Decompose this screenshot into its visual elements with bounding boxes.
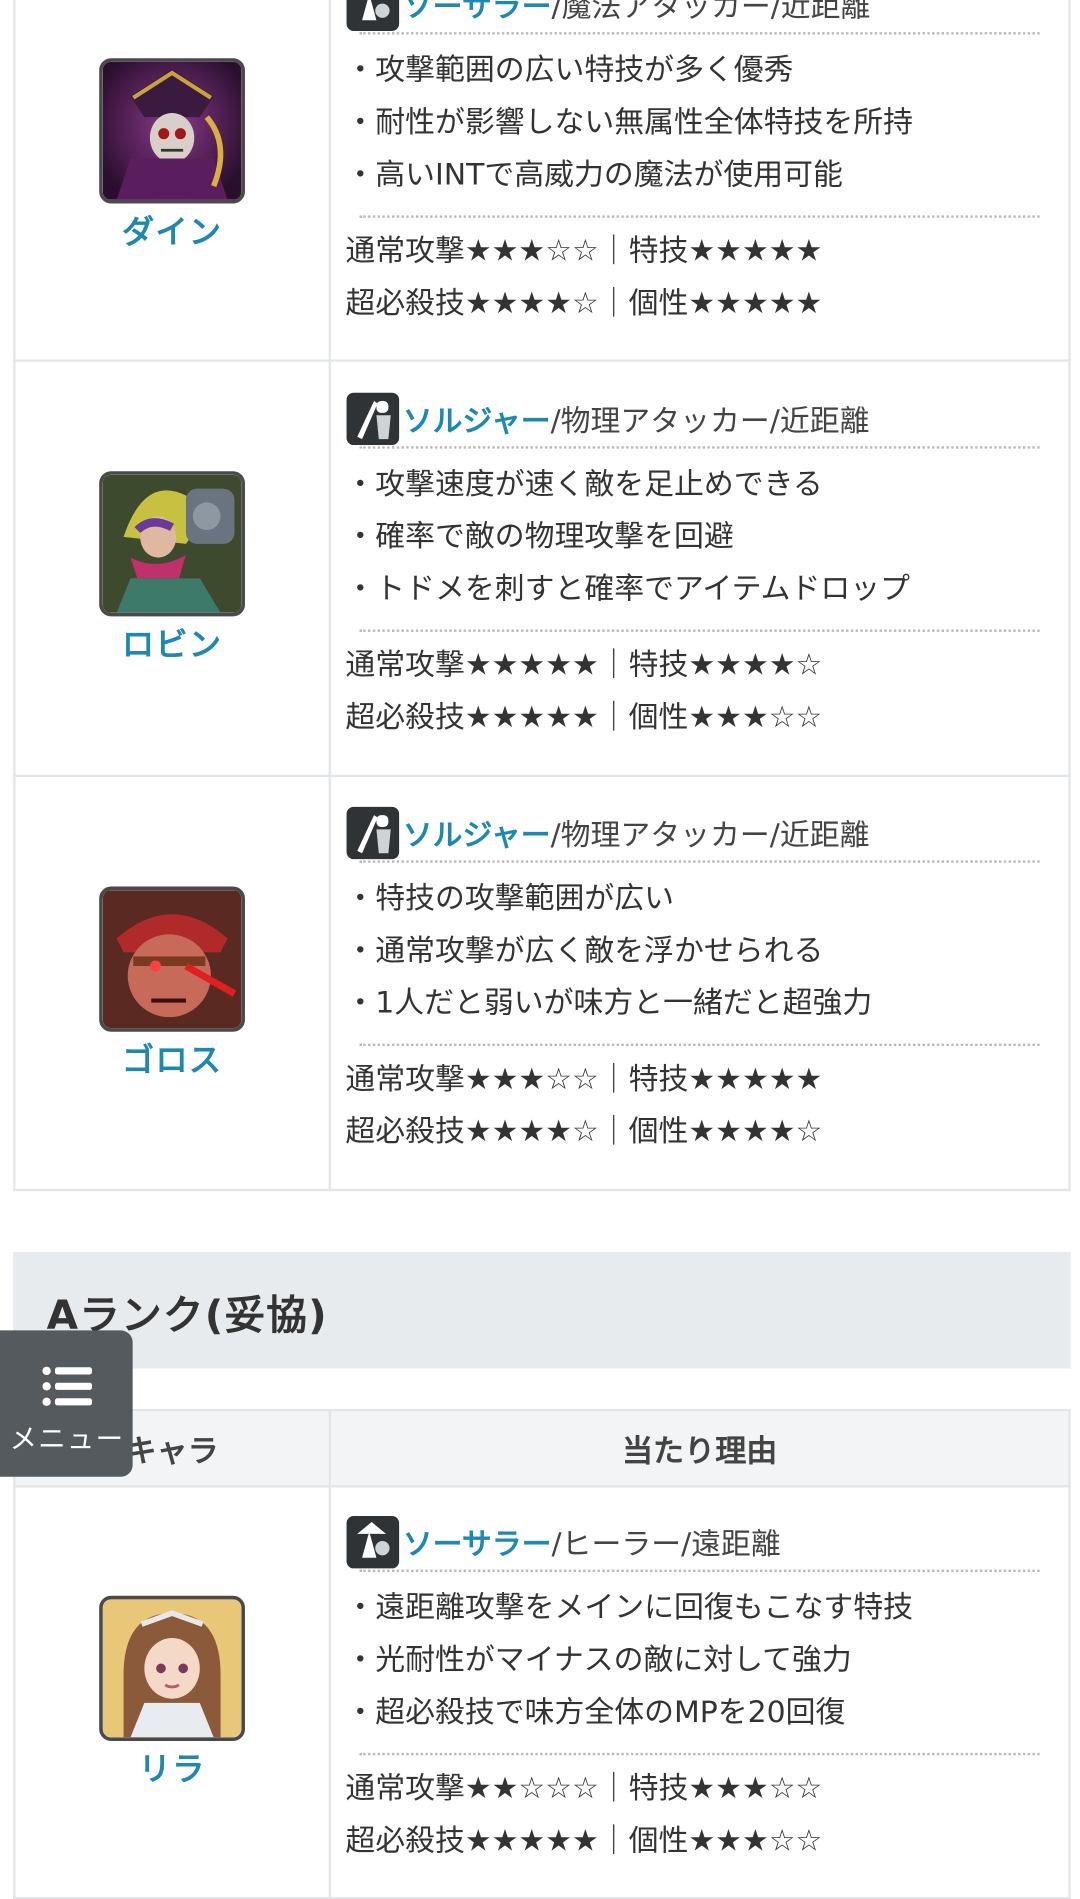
table-row: リラ ソーサラー /ヒーラー/遠距離 ・遠距離攻撃をメインに回復もこなす特技 ・… (13, 1485, 1071, 1899)
list-item: ・光耐性がマイナスの敵に対して強力 (345, 1642, 852, 1677)
sorcerer-class-icon (345, 0, 400, 32)
menu-list-icon (42, 1366, 93, 1406)
list-item: ・高いINTで高威力の魔法が使用可能 (345, 157, 843, 192)
role-detail: /魔法アタッカー/近距離 (551, 0, 871, 24)
rating-line: 超必殺技★★★★★｜個性★★★☆☆ (345, 1823, 823, 1858)
rating-line: 通常攻撃★★★☆☆｜特技★★★★★ (345, 1061, 823, 1096)
role-detail: /ヒーラー/遠距離 (551, 1526, 781, 1562)
avatar-robin[interactable] (99, 471, 245, 617)
role-link[interactable]: ソーサラー (403, 0, 552, 26)
point-list: ・遠距離攻撃をメインに回復もこなす特技 ・光耐性がマイナスの敵に対して強力 ・超… (345, 1572, 1039, 1753)
rating-block: 通常攻撃★★★☆☆｜特技★★★★★ 超必殺技★★★★☆｜個性★★★★★ (345, 218, 1039, 332)
rank-a-header: Aランク(妥協) (13, 1251, 1071, 1369)
sorcerer-class-icon (345, 1515, 400, 1570)
char-name-link[interactable]: リラ (16, 1743, 329, 1789)
menu-button[interactable]: メニュー (0, 1330, 133, 1477)
robin-portrait-icon (102, 474, 242, 613)
rating-line: 通常攻撃★★★★★｜特技★★★★☆ (345, 646, 823, 682)
role-line: ソーサラー /魔法アタッカー/近距離 (345, 0, 1039, 32)
list-item: ・特技の攻撃範囲が広い (345, 880, 674, 916)
list-item: ・攻撃範囲の広い特技が多く優秀 (345, 52, 794, 87)
char-name-link[interactable]: ダイン (16, 205, 329, 251)
list-item: ・超必殺技で味方全体のMPを20回復 (345, 1694, 846, 1730)
dain-portrait-icon (102, 61, 242, 200)
reason-cell: ソーサラー /ヒーラー/遠距離 ・遠距離攻撃をメインに回復もこなす特技 ・光耐性… (328, 1485, 1071, 1899)
reason-cell: ソーサラー /魔法アタッカー/近距離 ・攻撃範囲の広い特技が多く優秀 ・耐性が影… (328, 0, 1071, 362)
lila-portrait-icon (102, 1598, 242, 1737)
table-row: ダイン ソーサラー /魔法アタッカー/近距離 ・攻撃範囲の広い特技が多く優秀 ・… (13, 0, 1071, 362)
role-detail: /物理アタッカー/近距離 (550, 817, 870, 853)
point-list: ・攻撃範囲の広い特技が多く優秀 ・耐性が影響しない無属性全体特技を所持 ・高いI… (345, 35, 1039, 216)
a-rank-table: キャラ 当たり理由 リラ ソーサラー /ヒーラー/遠距離 ・遠距離攻撃をメインに… (13, 1408, 1071, 1899)
list-item: ・トドメを刺すと確率でアイテムドロップ (345, 570, 911, 606)
soldier-class-icon (345, 391, 400, 446)
list-item: ・通常攻撃が広く敵を浮かせられる (345, 932, 824, 968)
role-detail: /物理アタッカー/近距離 (550, 402, 870, 438)
avatar-goros[interactable] (99, 885, 245, 1032)
soldier-class-icon (345, 806, 400, 861)
role-link[interactable]: ソルジャー (403, 812, 551, 855)
role-link[interactable]: ソーサラー (403, 1521, 552, 1564)
rating-line: 超必殺技★★★★☆｜個性★★★★☆ (345, 1113, 823, 1149)
role-link[interactable]: ソルジャー (403, 397, 551, 440)
rating-block: 通常攻撃★★★★★｜特技★★★★☆ 超必殺技★★★★★｜個性★★★☆☆ (345, 631, 1039, 745)
avatar-lila[interactable] (99, 1595, 245, 1741)
rating-line: 超必殺技★★★★★｜個性★★★☆☆ (345, 699, 823, 734)
list-item: ・耐性が影響しない無属性全体特技を所持 (345, 104, 913, 140)
rating-line: 通常攻撃★★☆☆☆｜特技★★★☆☆ (345, 1770, 823, 1806)
rating-block: 通常攻撃★★★☆☆｜特技★★★★★ 超必殺技★★★★☆｜個性★★★★☆ (345, 1046, 1039, 1160)
role-line: ソーサラー /ヒーラー/遠距離 (345, 1515, 1039, 1570)
list-item: ・1人だと弱いが味方と一緒だと超強力 (345, 985, 873, 1020)
avatar-dain[interactable] (99, 57, 245, 203)
s-rank-table: ダイン ソーサラー /魔法アタッカー/近距離 ・攻撃範囲の広い特技が多く優秀 ・… (13, 0, 1071, 1192)
char-cell: リラ (13, 1485, 332, 1899)
rating-line: 超必殺技★★★★☆｜個性★★★★★ (345, 285, 823, 321)
role-line: ソルジャー /物理アタッカー/近距離 (345, 806, 1039, 861)
table-row: ロビン ソルジャー /物理アタッカー/近距離 ・攻撃速度が速く敵を足止めできる … (13, 359, 1071, 778)
char-name-link[interactable]: ロビン (16, 619, 329, 665)
rating-line: 通常攻撃★★★☆☆｜特技★★★★★ (345, 233, 823, 268)
table-row: ゴロス ソルジャー /物理アタッカー/近距離 ・特技の攻撃範囲が広い ・通常攻撃… (13, 774, 1071, 1192)
table-header-row: キャラ 当たり理由 (13, 1408, 1071, 1488)
list-item: ・確率で敵の物理攻撃を回避 (345, 518, 734, 553)
char-cell: ゴロス (13, 774, 332, 1192)
goros-portrait-icon (102, 889, 242, 1028)
menu-label: メニュー (9, 1424, 125, 1456)
list-item: ・遠距離攻撃をメインに回復もこなす特技 (345, 1589, 913, 1625)
char-cell: ダイン (13, 0, 332, 362)
rating-block: 通常攻撃★★☆☆☆｜特技★★★☆☆ 超必殺技★★★★★｜個性★★★☆☆ (345, 1755, 1039, 1869)
role-line: ソルジャー /物理アタッカー/近距離 (345, 391, 1039, 446)
char-cell: ロビン (13, 359, 332, 778)
list-item: ・攻撃速度が速く敵を足止めできる (345, 465, 823, 501)
reason-cell: ソルジャー /物理アタッカー/近距離 ・攻撃速度が速く敵を足止めできる ・確率で… (328, 359, 1071, 778)
point-list: ・攻撃速度が速く敵を足止めできる ・確率で敵の物理攻撃を回避 ・トドメを刺すと確… (345, 448, 1039, 629)
reason-cell: ソルジャー /物理アタッカー/近距離 ・特技の攻撃範囲が広い ・通常攻撃が広く敵… (328, 774, 1071, 1192)
point-list: ・特技の攻撃範囲が広い ・通常攻撃が広く敵を浮かせられる ・1人だと弱いが味方と… (345, 863, 1039, 1044)
column-header-reason: 当たり理由 (328, 1408, 1071, 1488)
char-name-link[interactable]: ゴロス (16, 1034, 329, 1080)
